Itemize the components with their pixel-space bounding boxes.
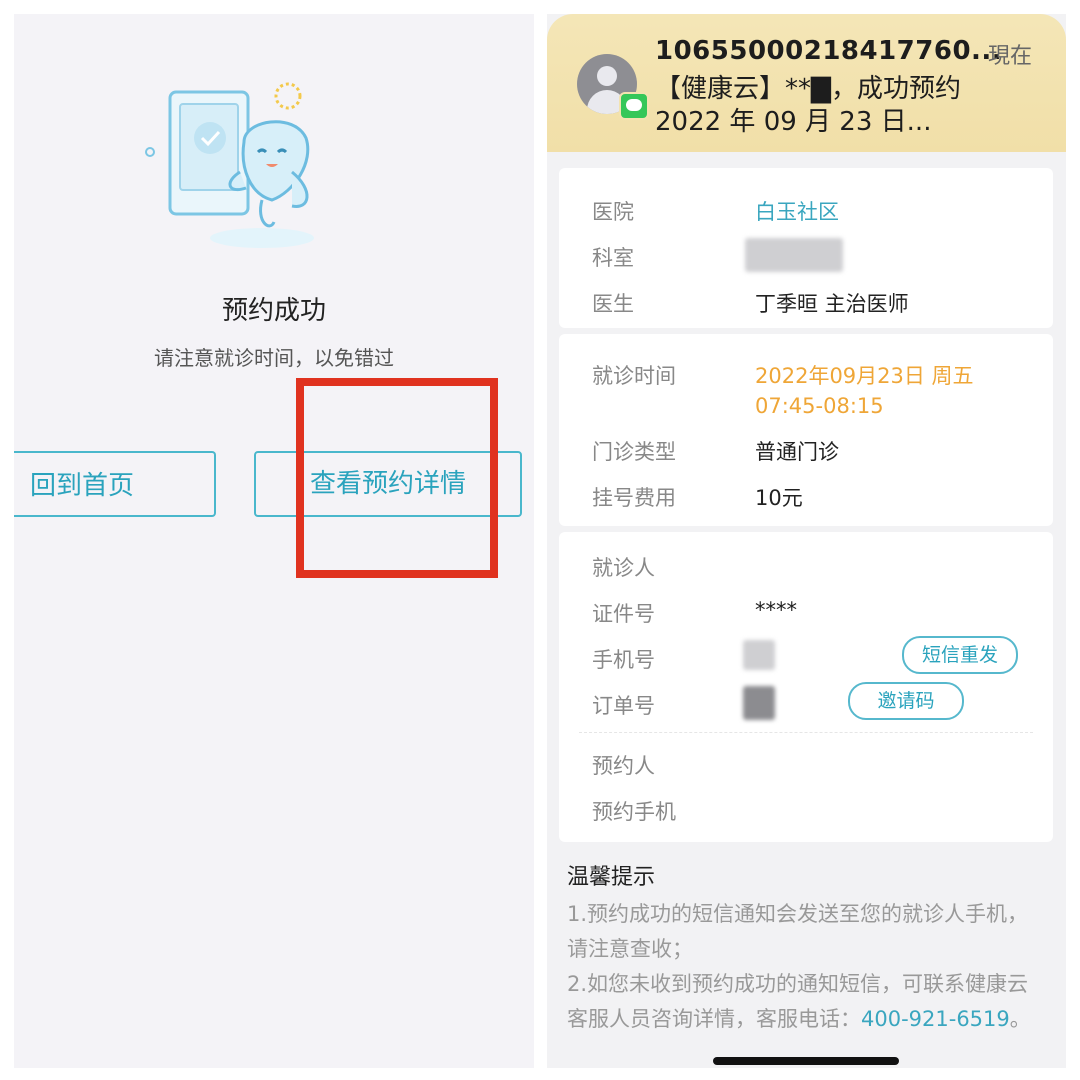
doctor-label: 医生 [592,292,634,316]
notification-sender: 10655000218417760... [655,36,1003,66]
clinic-type-label: 门诊类型 [592,440,676,464]
doctor-value: 丁季晅 主治医师 [755,292,909,316]
messages-app-icon [619,92,649,120]
id-value: **** [755,598,797,622]
hospital-info-card: 医院 白玉社区 科室 医生 丁季晅 主治医师 [559,168,1053,328]
service-phone-link[interactable]: 400-921-6519 [861,1007,1010,1031]
order-redacted [743,686,775,720]
sms-notification-banner[interactable]: 10655000218417760... 現在 【健康云】**▇，成功预约 20… [547,14,1066,152]
success-title: 预约成功 [221,296,326,326]
booking-success-screen: 预约成功 请注意就诊时间，以免错过 回到首页 查看预约详情 [14,14,534,1068]
success-subtitle: 请注意就诊时间，以免错过 [154,346,394,370]
appointment-detail-screen: 10655000218417760... 現在 【健康云】**▇，成功预约 20… [547,14,1066,1068]
notification-time: 現在 [987,44,1032,69]
fee-label: 挂号费用 [592,486,676,510]
fee-value: 10元 [755,486,803,510]
divider [579,732,1033,733]
invite-code-button[interactable]: 邀请码 [848,682,964,720]
tips-body: 1.预约成功的短信通知会发送至您的就诊人手机，请注意查收； 2.如您未收到预约成… [567,897,1047,1037]
booker-label: 预约人 [592,754,655,778]
id-label: 证件号 [592,602,655,626]
patient-label: 就诊人 [592,556,655,580]
order-label: 订单号 [592,694,655,718]
warm-tips-section: 温馨提示 1.预约成功的短信通知会发送至您的就诊人手机，请注意查收； 2.如您未… [567,859,1047,1037]
department-redacted [745,238,843,272]
highlight-annotation-box [296,378,498,578]
tip-line-end: 。 [1009,1007,1031,1031]
booker-phone-label: 预约手机 [592,800,676,824]
mascot-illustration [145,82,314,248]
notification-preview-line1: 【健康云】**▇，成功预约 [655,74,961,104]
visit-time-label: 就诊时间 [592,364,676,388]
notification-preview-line2: 2022 年 09 月 23 日... [655,107,932,137]
visit-slot: 07:45-08:15 [755,394,884,418]
tip-line-1: 1.预约成功的短信通知会发送至您的就诊人手机，请注意查收； [567,902,1029,961]
home-indicator[interactable] [713,1057,899,1065]
patient-info-card: 就诊人 证件号 **** 手机号 短信重发 订单号 邀请码 预约人 预约手机 [559,532,1053,842]
visit-info-card: 就诊时间 2022年09月23日 周五 07:45-08:15 门诊类型 普通门… [559,334,1053,526]
clinic-type-value: 普通门诊 [755,440,839,464]
department-label: 科室 [592,246,634,270]
tips-title: 温馨提示 [567,865,656,890]
visit-date: 2022年09月23日 周五 [755,364,974,388]
hospital-label: 医院 [592,200,634,224]
back-home-button[interactable]: 回到首页 [14,451,216,517]
hospital-value[interactable]: 白玉社区 [755,196,839,226]
phone-redacted [743,640,775,670]
resend-sms-button[interactable]: 短信重发 [902,636,1018,674]
phone-label: 手机号 [592,648,655,672]
